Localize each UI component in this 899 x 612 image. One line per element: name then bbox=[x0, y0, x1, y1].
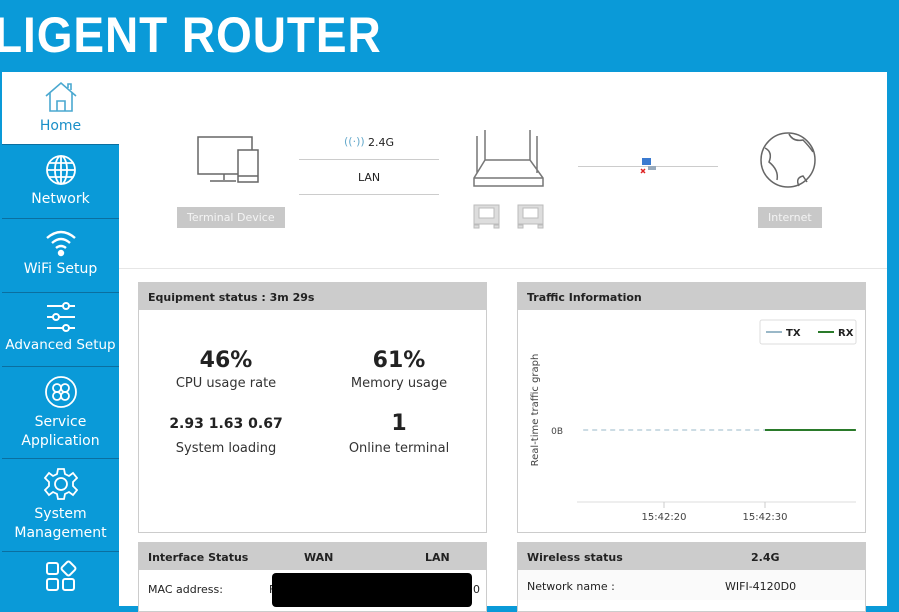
sidebar-item-apps[interactable] bbox=[2, 552, 119, 606]
y-axis-label: Real-time traffic graph bbox=[530, 354, 541, 467]
sidebar-item-label: Service Application bbox=[21, 414, 100, 449]
internet-globe-icon bbox=[760, 132, 816, 188]
memory-usage-value: 61% bbox=[372, 348, 426, 373]
legend-label-tx: TX bbox=[786, 328, 801, 339]
app-title: LIGENT ROUTER bbox=[0, 7, 382, 63]
network-name-value: WIFI-4120D0 bbox=[725, 580, 797, 593]
network-name-label: Network name : bbox=[527, 580, 615, 593]
sidebar-item-system-management[interactable]: System Management bbox=[2, 459, 119, 552]
lan-header: LAN bbox=[425, 551, 450, 564]
wireless-status-title: Wireless status bbox=[527, 551, 623, 564]
terminal-device-icon bbox=[197, 136, 259, 183]
traffic-information-panel: Traffic Information Real-time traffic gr… bbox=[517, 282, 866, 533]
wifi-icon bbox=[45, 230, 76, 257]
legend-label-rx: RX bbox=[838, 328, 854, 339]
home-icon bbox=[44, 81, 77, 112]
apps-icon bbox=[45, 560, 76, 591]
sidebar: Home Network WiFi Setup Advanced Setup S… bbox=[0, 72, 119, 606]
traffic-chart: Real-time traffic graph 0B 15:42:20 15:42:3… bbox=[530, 319, 857, 523]
gear-icon bbox=[43, 468, 78, 500]
wireless-band-header: 2.4G bbox=[751, 551, 780, 564]
lan-port-icon bbox=[473, 204, 500, 229]
lan-port-icon bbox=[517, 204, 544, 229]
interface-status-panel: Interface Status WAN LAN MAC address: F … bbox=[138, 542, 487, 612]
sliders-icon bbox=[46, 302, 75, 332]
system-loading-value: 2.93 1.63 0.67 bbox=[169, 416, 283, 432]
sidebar-item-wifi-setup[interactable]: WiFi Setup bbox=[2, 219, 119, 293]
terminal-device-label: Terminal Device bbox=[177, 207, 285, 228]
disconnected-network-icon bbox=[640, 158, 656, 174]
x-tick-label: 15:42:30 bbox=[743, 512, 788, 523]
traffic-title: Traffic Information bbox=[518, 283, 865, 310]
wan-header: WAN bbox=[304, 551, 334, 564]
sidebar-item-label: Advanced Setup bbox=[5, 337, 116, 353]
globe-icon bbox=[45, 155, 76, 185]
sidebar-item-advanced-setup[interactable]: Advanced Setup bbox=[2, 293, 119, 367]
main-content: Terminal Device ((·)) 2.4G LAN Internet … bbox=[119, 72, 887, 612]
sidebar-item-label: System Management bbox=[14, 506, 107, 541]
redaction-block bbox=[272, 573, 472, 607]
y-tick-label: 0B bbox=[551, 427, 563, 437]
sidebar-item-network[interactable]: Network bbox=[2, 145, 119, 219]
system-loading-label: System loading bbox=[175, 441, 277, 456]
sidebar-item-label: Network bbox=[31, 191, 90, 207]
online-terminal-value: 1 bbox=[391, 411, 407, 436]
memory-usage-label: Memory usage bbox=[350, 376, 448, 391]
online-terminal-label: Online terminal bbox=[348, 441, 450, 456]
wireless-signal-icon: ((·)) bbox=[344, 135, 365, 148]
band-label: 2.4G bbox=[368, 136, 395, 149]
router-icon bbox=[473, 130, 544, 187]
lan-mac-value: 0 bbox=[473, 583, 480, 596]
sidebar-item-home[interactable]: Home bbox=[2, 72, 119, 145]
internet-label: Internet bbox=[758, 207, 822, 228]
cpu-usage-value: 46% bbox=[199, 348, 253, 373]
sidebar-item-label: Home bbox=[39, 118, 82, 134]
wireless-status-panel: Wireless status 2.4G Network name : WIFI… bbox=[517, 542, 866, 612]
lan-label: LAN bbox=[358, 171, 381, 184]
interface-status-title: Interface Status bbox=[148, 551, 249, 564]
equipment-status-panel: Equipment status : 3m 29s 46% CPU usage … bbox=[138, 282, 487, 533]
sidebar-item-label: WiFi Setup bbox=[23, 261, 98, 277]
sidebar-item-service-application[interactable]: Service Application bbox=[2, 367, 119, 459]
flower-icon bbox=[44, 376, 77, 408]
mac-address-label: MAC address: bbox=[148, 583, 223, 596]
cpu-usage-label: CPU usage rate bbox=[175, 376, 277, 391]
x-tick-label: 15:42:20 bbox=[642, 512, 687, 523]
equipment-status-title: Equipment status : 3m 29s bbox=[139, 283, 486, 310]
header: LIGENT ROUTER bbox=[0, 0, 899, 70]
